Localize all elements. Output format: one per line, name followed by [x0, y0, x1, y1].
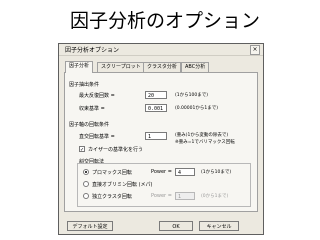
extraction-group-label: 因子抽出条件 [69, 82, 100, 88]
default-settings-button[interactable]: デフォルト設定 [67, 221, 113, 231]
tab-factor-analysis[interactable]: 因子分析 [65, 61, 94, 73]
independent-cluster-radio[interactable] [83, 193, 89, 199]
ok-button[interactable]: OK [159, 221, 193, 231]
promax-label: プロマックス回転 [92, 170, 132, 176]
tab-abc-analysis[interactable]: ABC分析 [181, 62, 210, 72]
factor-analysis-options-dialog: 因子分析オプション × 因子分析 スクリープロット クラスタ分析 ABC分析 因… [58, 43, 264, 235]
independent-cluster-power-input[interactable]: 1 [175, 192, 195, 200]
rotation-exponent-label: 直交回転基準 = [79, 134, 115, 140]
dialog-title: 因子分析オプション [65, 47, 120, 54]
kaiser-normalization-checkbox[interactable]: ✓ [79, 146, 85, 153]
rotation-exponent-input[interactable]: 1 [145, 132, 167, 140]
rotation-exponent-hint: (重み)1から変動の除去で) [175, 133, 229, 138]
direct-oblimin-label: 直接オブリミン回転 (メパ) [92, 182, 153, 188]
tab-cluster-analysis[interactable]: クラスタ分析 [143, 62, 181, 72]
max-iterations-input[interactable]: 20 [145, 91, 167, 99]
max-iterations-label: 最大反復回数 = [79, 93, 115, 99]
tab-scree-plot[interactable]: スクリープロット [97, 62, 145, 72]
max-iterations-hint: (1から100まで) [175, 93, 208, 98]
convergence-label: 収束基準 = [79, 106, 105, 112]
cancel-button[interactable]: キャンセル [199, 221, 239, 231]
close-icon[interactable]: × [250, 45, 260, 55]
rotation-group-label: 因子軸の回転条件 [69, 122, 110, 128]
tab-panel-factor-analysis: 因子抽出条件 最大反復回数 = 20 (1から100まで) 収束基準 = 0.0… [64, 72, 258, 212]
promax-power-hint: (1から10まで) [201, 170, 232, 175]
direct-oblimin-radio[interactable] [83, 181, 89, 187]
promax-power-input[interactable]: 4 [175, 168, 195, 176]
promax-radio[interactable] [83, 169, 89, 175]
kaiser-normalization-label: カイザーの基準化を行う [88, 147, 144, 153]
convergence-input[interactable]: 0.001 [145, 104, 167, 112]
slide-title: 因子分析のオプション [70, 10, 261, 32]
dialog-titlebar: 因子分析オプション × [59, 44, 263, 56]
rotation-exponent-note: ※重み=1でバリマックス回転 [175, 140, 235, 145]
convergence-hint: (0.00001から1まで) [175, 106, 218, 111]
independent-cluster-label: 独立クラスタ回転 [92, 194, 132, 200]
independent-cluster-power-hint: (0から1まで) [201, 194, 229, 199]
independent-cluster-power-label: Power = [151, 193, 172, 199]
promax-power-label: Power = [151, 169, 172, 175]
